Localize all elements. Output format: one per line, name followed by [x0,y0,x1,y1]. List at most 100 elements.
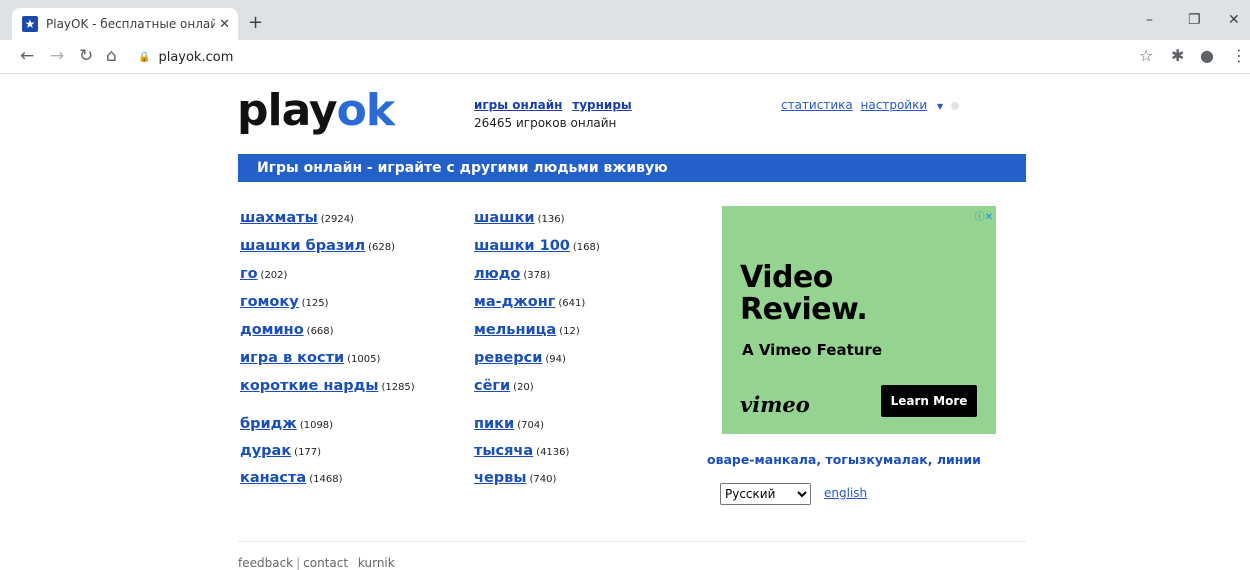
game-item: го (202) [240,263,287,286]
togyzkumalak-link[interactable]: тогызкумалак [825,452,927,467]
game-item: реверси (94) [474,347,566,370]
game-item: игра в кости (1005) [240,347,380,370]
game-item: домино (668) [240,319,334,342]
game-player-count: (1285) [381,382,415,393]
back-button[interactable]: ← [20,47,34,65]
ad-headline-line1: Video [740,260,833,295]
oware-link[interactable]: оваре-манкала [707,452,816,467]
page-content: playok игры онлайн турниры 26465 игроков… [0,75,1250,570]
game-item: ма-джонг (641) [474,291,585,314]
game-link[interactable]: бридж [240,416,297,432]
playok-favicon-icon: ★ [22,16,38,32]
game-player-count: (628) [368,242,396,253]
game-link[interactable]: ма-джонг [474,294,555,310]
game-item: червы (740) [474,467,556,490]
game-item: бридж (1098) [240,413,333,436]
browser-menu-icon[interactable]: ⋮ [1231,48,1247,64]
game-link[interactable]: гомоку [240,294,299,310]
game-player-count: (94) [545,354,566,365]
game-item: короткие нарды (1285) [240,375,415,398]
footer-divider [238,541,1026,542]
forward-button[interactable]: → [50,47,64,65]
game-item: канаста (1468) [240,467,342,490]
game-player-count: (1098) [299,420,334,431]
game-item: шашки бразил (628) [240,235,395,258]
online-players-count: 26465 игроков онлайн [474,116,617,130]
game-link[interactable]: мельница [474,322,556,338]
ad-brand-logo: vimeo [740,392,810,417]
game-player-count: (20) [513,382,534,393]
tournaments-link[interactable]: турниры [572,98,632,112]
profile-icon[interactable]: ● [1200,48,1214,64]
address-bar[interactable]: 🔒 playok.com [138,46,1138,68]
game-player-count: (704) [517,420,545,431]
game-link[interactable]: шашки [474,210,535,226]
game-link[interactable]: сёги [474,378,510,394]
tab-close-icon[interactable]: ✕ [219,17,230,32]
window-restore-button[interactable]: ❐ [1188,12,1201,28]
game-player-count: (136) [537,214,565,225]
game-link[interactable]: домино [240,322,304,338]
game-link[interactable]: червы [474,470,526,486]
game-player-count: (740) [529,474,557,485]
game-player-count: (202) [260,270,288,281]
game-item: сёги (20) [474,375,534,398]
advertisement[interactable]: ⓘ✕ Video Review. A Vimeo Feature vimeo L… [722,206,996,434]
game-link[interactable]: короткие нарды [240,378,378,394]
game-item: тысяча (4136) [474,440,569,463]
english-link[interactable]: english [824,486,867,500]
extensions-icon[interactable]: ✱ [1171,48,1184,64]
game-item: мельница (12) [474,319,580,342]
top-links: игры онлайн турниры 26465 игроков онлайн [474,97,638,131]
settings-link[interactable]: настройки [861,98,928,112]
lines-link[interactable]: линии [937,452,981,467]
browser-tab[interactable]: ★ PlayOK - бесплатные онлайн иг ✕ [12,8,238,40]
game-link[interactable]: людо [474,266,520,282]
home-button[interactable]: ⌂ [106,47,117,65]
game-item: пики (704) [474,413,544,436]
ad-headline-line2: Review. [740,292,868,327]
game-player-count: (378) [523,270,551,281]
language-select[interactable]: Русский [720,483,811,505]
game-player-count: (641) [558,298,586,309]
game-link[interactable]: шашки 100 [474,238,570,254]
game-link[interactable]: канаста [240,470,306,486]
game-player-count: (168) [572,242,600,253]
game-link[interactable]: го [240,266,258,282]
ad-info-close-icon[interactable]: ⓘ✕ [975,208,993,223]
status-dot-icon [950,101,959,110]
logo-text-play: play [237,85,338,136]
game-link[interactable]: тысяча [474,443,533,459]
game-link[interactable]: шашки бразил [240,238,365,254]
more-games-links: оваре-манкала, тогызкумалак, линии [707,452,981,467]
stats-link[interactable]: статистика [781,98,853,112]
window-close-button[interactable]: ✕ [1228,12,1240,28]
game-item: шашки (136) [474,207,564,230]
new-tab-button[interactable]: + [248,14,263,32]
game-player-count: (1468) [309,474,343,485]
game-link[interactable]: игра в кости [240,350,344,366]
game-link[interactable]: дурак [240,443,291,459]
game-player-count: (4136) [536,447,570,458]
user-links: статистика настройки ▼ [781,97,959,115]
game-link[interactable]: шахматы [240,210,318,226]
games-online-link[interactable]: игры онлайн [474,98,562,112]
reload-button[interactable]: ↻ [79,47,93,65]
window-minimize-button[interactable]: – [1146,12,1153,28]
game-link[interactable]: пики [474,416,514,432]
ad-headline: Video Review. [740,260,868,327]
ad-learn-more-button[interactable]: Learn More [881,385,977,417]
playok-logo[interactable]: playok [237,85,395,136]
game-item: шахматы (2924) [240,207,354,230]
separator: , [927,452,937,467]
address-url: playok.com [158,49,234,65]
bookmark-star-icon[interactable]: ☆ [1139,48,1153,64]
game-link[interactable]: реверси [474,350,542,366]
browser-toolbar: ← → ↻ ⌂ 🔒 playok.com ☆ ✱ ● ⋮ [0,40,1250,74]
settings-dropdown-icon[interactable]: ▼ [937,102,943,111]
lock-icon: 🔒 [138,51,151,63]
game-item: гомоку (125) [240,291,329,314]
game-item: людо (378) [474,263,550,286]
page-banner: Игры онлайн - играйте с другими людьми в… [238,154,1026,182]
tab-title: PlayOK - бесплатные онлайн иг [46,17,216,31]
